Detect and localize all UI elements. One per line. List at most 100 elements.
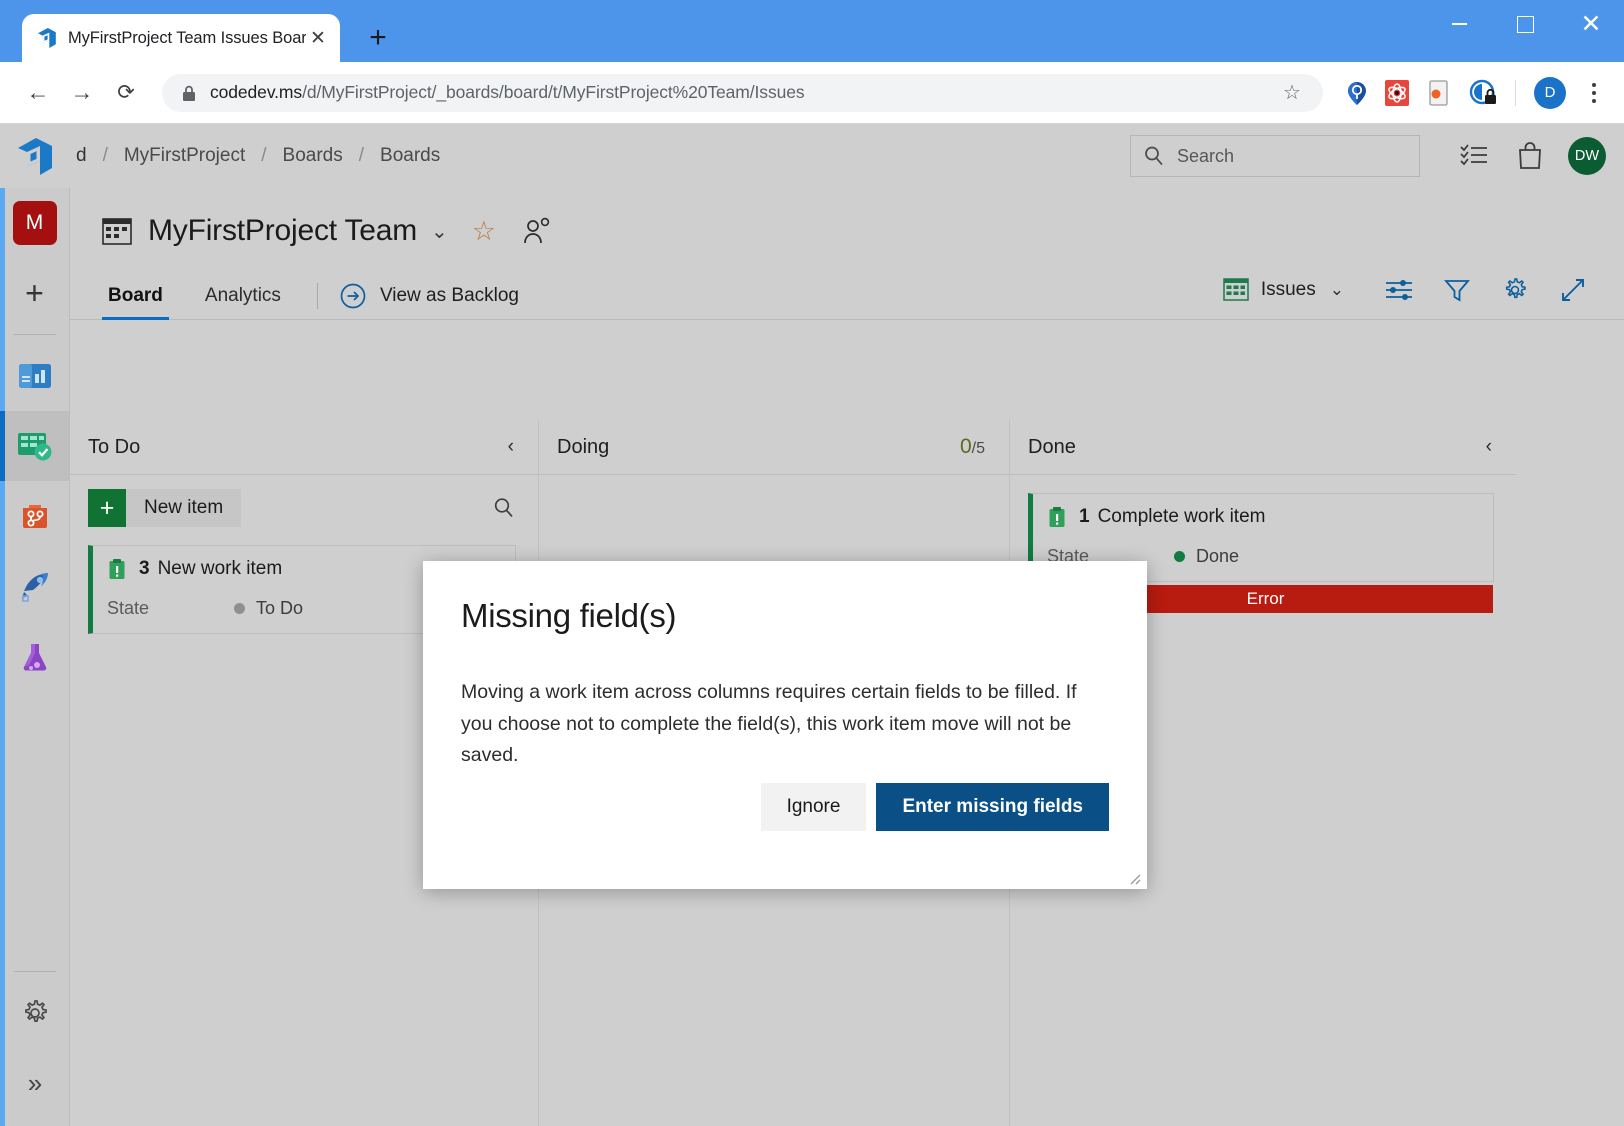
board-settings-sliders-button[interactable] (1370, 271, 1428, 309)
browser-tabstrip: MyFirstProject Team Issues Board ✕ + ✕ (0, 0, 1624, 62)
breadcrumb-item-project[interactable]: MyFirstProject (122, 145, 247, 167)
global-search-box[interactable]: Search (1130, 135, 1420, 177)
url-path: /d/MyFirstProject/_boards/board/t/MyFirs… (302, 82, 804, 102)
plus-icon: + (25, 277, 44, 309)
window-maximize-button[interactable] (1492, 0, 1558, 48)
work-item-id: 3 (139, 558, 150, 580)
sidebar-item-pipelines[interactable] (0, 551, 69, 621)
state-dot-icon (1174, 551, 1185, 562)
column-header: Doing 0/5 (539, 420, 1009, 474)
marketplace-bag-icon[interactable] (1502, 134, 1558, 178)
door-extension-icon[interactable] (1427, 79, 1455, 107)
board-grid-icon (102, 218, 132, 244)
breadcrumb-item-page[interactable]: Boards (378, 145, 442, 167)
column-name: Doing (557, 436, 609, 459)
work-item-state: To Do (234, 598, 303, 619)
gear-icon (19, 997, 51, 1029)
sidebar-item-test-plans[interactable] (0, 621, 69, 691)
column-name: To Do (88, 436, 140, 459)
chevron-down-icon[interactable]: ⌄ (431, 219, 448, 244)
issues-grid-icon (1223, 278, 1249, 302)
breadcrumb-item-hub[interactable]: Boards (281, 145, 345, 167)
global-header-actions: Search (1130, 134, 1624, 178)
pin-extension-icon[interactable] (1343, 79, 1371, 107)
atom-extension-icon[interactable] (1385, 79, 1413, 107)
sidebar-item-project-settings[interactable] (0, 978, 70, 1048)
sidebar-item-repos[interactable] (0, 481, 69, 551)
work-item-field-label: State (107, 598, 149, 619)
tab-board[interactable]: Board (102, 285, 169, 319)
azure-devops-favicon-icon (36, 27, 58, 49)
privacy-extension-icon[interactable] (1469, 79, 1497, 107)
user-avatar[interactable]: DW (1568, 137, 1606, 175)
issue-clipboard-icon (107, 558, 127, 580)
repos-icon (15, 496, 55, 536)
bookmark-star-icon[interactable]: ☆ (1275, 80, 1309, 105)
global-search-placeholder: Search (1177, 146, 1234, 167)
sidebar-project-initial: M (13, 201, 57, 245)
new-item-row: + New item (70, 475, 538, 537)
plus-icon: + (88, 489, 126, 527)
people-add-icon[interactable] (522, 217, 552, 245)
chevron-left-icon[interactable]: ‹ (1486, 436, 1492, 458)
full-screen-button[interactable] (1544, 271, 1602, 309)
wip-current: 0 (960, 435, 972, 458)
work-item-title: Complete work item (1098, 506, 1266, 528)
sidebar-divider (14, 971, 56, 972)
view-as-backlog-button[interactable]: View as Backlog (340, 283, 519, 319)
breadcrumb-separator: / (359, 145, 364, 167)
browser-tab[interactable]: MyFirstProject Team Issues Board ✕ (22, 14, 340, 62)
address-bar-url: codedev.ms/d/MyFirstProject/_boards/boar… (210, 82, 1275, 103)
arrow-right-circle-icon (340, 283, 366, 309)
dialog-surface: Missing field(s) Moving a work item acro… (423, 561, 1147, 889)
dialog-actions: Ignore Enter missing fields (761, 783, 1109, 831)
browser-window: MyFirstProject Team Issues Board ✕ + ✕ ←… (0, 0, 1624, 1126)
tab-close-icon[interactable]: ✕ (306, 26, 330, 50)
resize-grip-icon[interactable] (1125, 869, 1141, 885)
tab-analytics[interactable]: Analytics (199, 285, 287, 319)
sidebar-project-avatar[interactable]: M (0, 188, 69, 258)
favorite-star-icon[interactable]: ☆ (472, 218, 496, 245)
task-list-icon[interactable] (1446, 134, 1502, 178)
wip-limit: /5 (972, 440, 985, 457)
window-close-button[interactable]: ✕ (1558, 0, 1624, 48)
hub-tabs: Board Analytics View as Backlog (70, 272, 1624, 320)
window-minimize-button[interactable] (1426, 0, 1492, 48)
breadcrumb-item-organization[interactable]: d (74, 145, 89, 167)
ignore-button[interactable]: Ignore (761, 783, 867, 831)
sidebar-item-boards[interactable] (0, 411, 69, 481)
sidebar-item-overview[interactable] (0, 341, 69, 411)
pipelines-rocket-icon (15, 566, 55, 606)
reload-icon[interactable]: ⟳ (104, 71, 148, 115)
page-title: MyFirstProject Team (148, 214, 417, 248)
dialog-body-text: Moving a work item across columns requir… (461, 677, 1109, 772)
forward-icon[interactable]: → (60, 71, 104, 115)
enter-missing-fields-button[interactable]: Enter missing fields (876, 783, 1109, 831)
address-bar[interactable]: codedev.ms/d/MyFirstProject/_boards/boar… (162, 74, 1323, 112)
board-title-row: MyFirstProject Team ⌄ ☆ (70, 188, 1624, 248)
backlog-level-selector[interactable]: Issues ⌄ (1223, 278, 1344, 302)
work-item-title: New work item (158, 558, 283, 580)
work-item-state-label: Done (1196, 546, 1239, 567)
column-header: Done ‹ (1010, 420, 1516, 474)
new-item-button[interactable]: + New item (88, 489, 241, 527)
sidebar-expand-button[interactable]: » (0, 1048, 70, 1118)
settings-button[interactable] (1486, 271, 1544, 309)
chevron-double-right-icon: » (28, 1068, 42, 1099)
breadcrumb-separator: / (103, 145, 108, 167)
sidebar-bottom: » (0, 965, 70, 1118)
new-tab-button[interactable]: + (358, 18, 398, 58)
new-item-label: New item (126, 497, 241, 519)
column-search-icon[interactable] (492, 496, 516, 520)
browser-toolbar: ← → ⟳ codedev.ms/d/MyFirstProject/_board… (0, 62, 1624, 124)
sidebar-new-button[interactable]: + (0, 258, 69, 328)
tabs-divider (317, 283, 318, 309)
work-item-state-label: To Do (256, 598, 303, 619)
azure-devops-page: d / MyFirstProject / Boards / Boards Sea… (0, 124, 1624, 1126)
browser-profile-avatar[interactable]: D (1534, 77, 1566, 109)
back-icon[interactable]: ← (16, 71, 60, 115)
chevron-left-icon[interactable]: ‹ (508, 436, 514, 458)
azure-devops-logo-icon[interactable] (14, 135, 56, 177)
filter-button[interactable] (1428, 271, 1486, 309)
browser-menu-icon[interactable] (1580, 83, 1608, 103)
